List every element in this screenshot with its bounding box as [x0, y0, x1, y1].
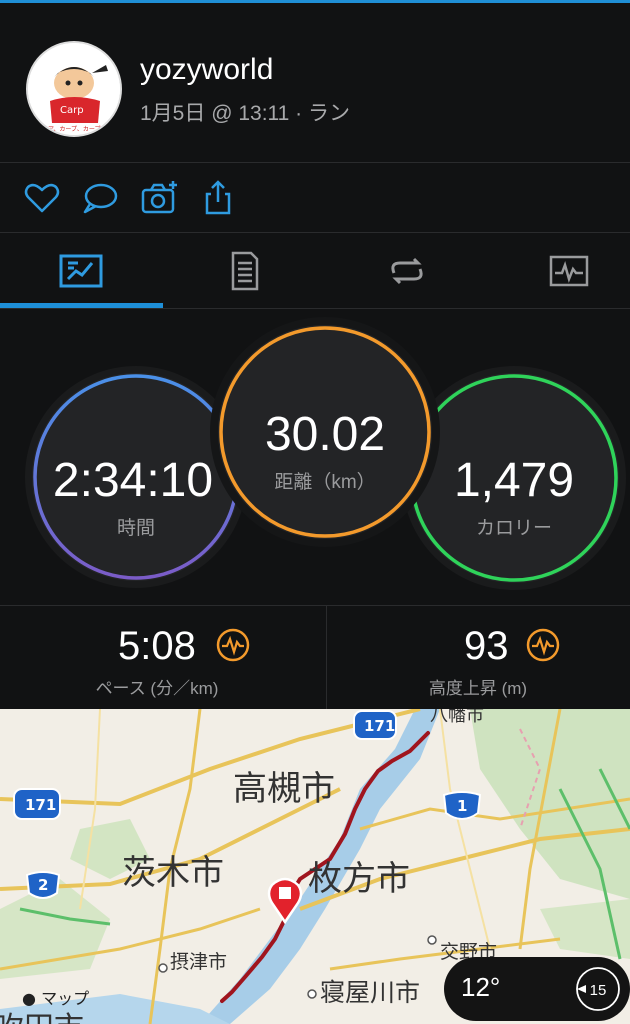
svg-text:ア、カープ、カープひろ: ア、カープ、カープひろ — [48, 126, 113, 133]
camera-add-icon[interactable] — [140, 178, 180, 218]
distance-value: 30.02 — [264, 408, 386, 461]
elevation-value: 93 — [464, 624, 509, 668]
comment-icon[interactable] — [80, 178, 120, 218]
heart-icon[interactable] — [22, 178, 62, 218]
elevation-label: 高度上昇 (m) — [428, 679, 528, 698]
stats-panel: 2:34:10 時間 1,479 カロリー 30.02 距離（km） — [0, 309, 630, 605]
action-bar — [0, 163, 630, 233]
svg-text:Carp: Carp — [60, 105, 84, 116]
time-label: 時間 — [116, 518, 155, 539]
route-171-top-number: 171 — [364, 717, 396, 735]
map-attribution[interactable]: ● マップ — [22, 985, 89, 1009]
map-label-hirakata: 枚方市 — [308, 859, 410, 899]
map-label-yawata: 八幡市 — [430, 709, 484, 726]
wind-speed: 15 — [590, 982, 607, 999]
wind-compass-icon: 15 — [576, 967, 620, 1011]
elevation-metric[interactable]: 93 高度上昇 (m) — [326, 606, 630, 710]
activity-header: Carp ア、カープ、カープひろ yozyworld 1月5日 @ 13:11 … — [0, 3, 630, 163]
overview-icon — [59, 254, 103, 288]
pace-label: ペース (分／km) — [95, 679, 219, 698]
route-171-left-number: 171 — [25, 796, 57, 814]
activity-meta: 1月5日 @ 13:11 · ラン — [140, 102, 350, 125]
weather-temperature: 12° — [461, 972, 501, 1002]
route-2-number: 2 — [38, 876, 49, 894]
route-map[interactable]: 171 171 1 2 高槻市 茨木市 枚方市 摂津市 寝屋川市 交野市 八幡市… — [0, 709, 630, 1024]
tab-details[interactable] — [163, 233, 326, 309]
calories-label: カロリー — [475, 518, 552, 539]
tab-laps[interactable] — [326, 233, 489, 309]
calories-value: 1,479 — [453, 454, 575, 507]
map-label-settsu: 摂津市 — [170, 951, 228, 973]
map-label-ibaraki: 茨木市 — [122, 853, 224, 893]
share-icon[interactable] — [198, 178, 238, 218]
avatar-image-icon: Carp ア、カープ、カープひろ — [28, 43, 120, 135]
tab-charts[interactable] — [489, 233, 630, 309]
map-label-takatsuki: 高槻市 — [233, 769, 335, 809]
apple-logo-icon: ● — [22, 989, 36, 1008]
calories-stat-ring[interactable]: 1,479 カロリー — [409, 373, 619, 583]
avatar[interactable]: Carp ア、カープ、カープひろ — [26, 41, 122, 137]
metrics-row: 5:08 ペース (分／km) 93 高度上昇 (m) — [0, 605, 630, 709]
pace-value: 5:08 — [118, 624, 196, 668]
pace-chart-icon[interactable] — [216, 628, 250, 662]
chart-icon — [549, 255, 589, 287]
elevation-chart-icon[interactable] — [526, 628, 560, 662]
tab-overview[interactable] — [0, 233, 163, 309]
map-attribution-text: マップ — [41, 989, 90, 1008]
metrics-divider — [326, 605, 327, 709]
distance-stat-ring[interactable]: 30.02 距離（km） — [218, 325, 432, 539]
active-tab-indicator — [0, 303, 163, 308]
username[interactable]: yozyworld — [140, 53, 273, 87]
weather-widget[interactable]: 12° 15 — [444, 957, 630, 1021]
tab-bar — [0, 233, 630, 309]
laps-icon — [391, 257, 423, 285]
time-stat-ring[interactable]: 2:34:10 時間 — [32, 373, 240, 581]
map-label-neyagawa: 寝屋川市 — [320, 978, 421, 1007]
distance-label: 距離（km） — [274, 472, 376, 493]
time-value: 2:34:10 — [52, 454, 214, 507]
pace-metric[interactable]: 5:08 ペース (分／km) — [0, 606, 314, 710]
details-list-icon — [231, 251, 259, 291]
route-1-number: 1 — [457, 797, 468, 815]
